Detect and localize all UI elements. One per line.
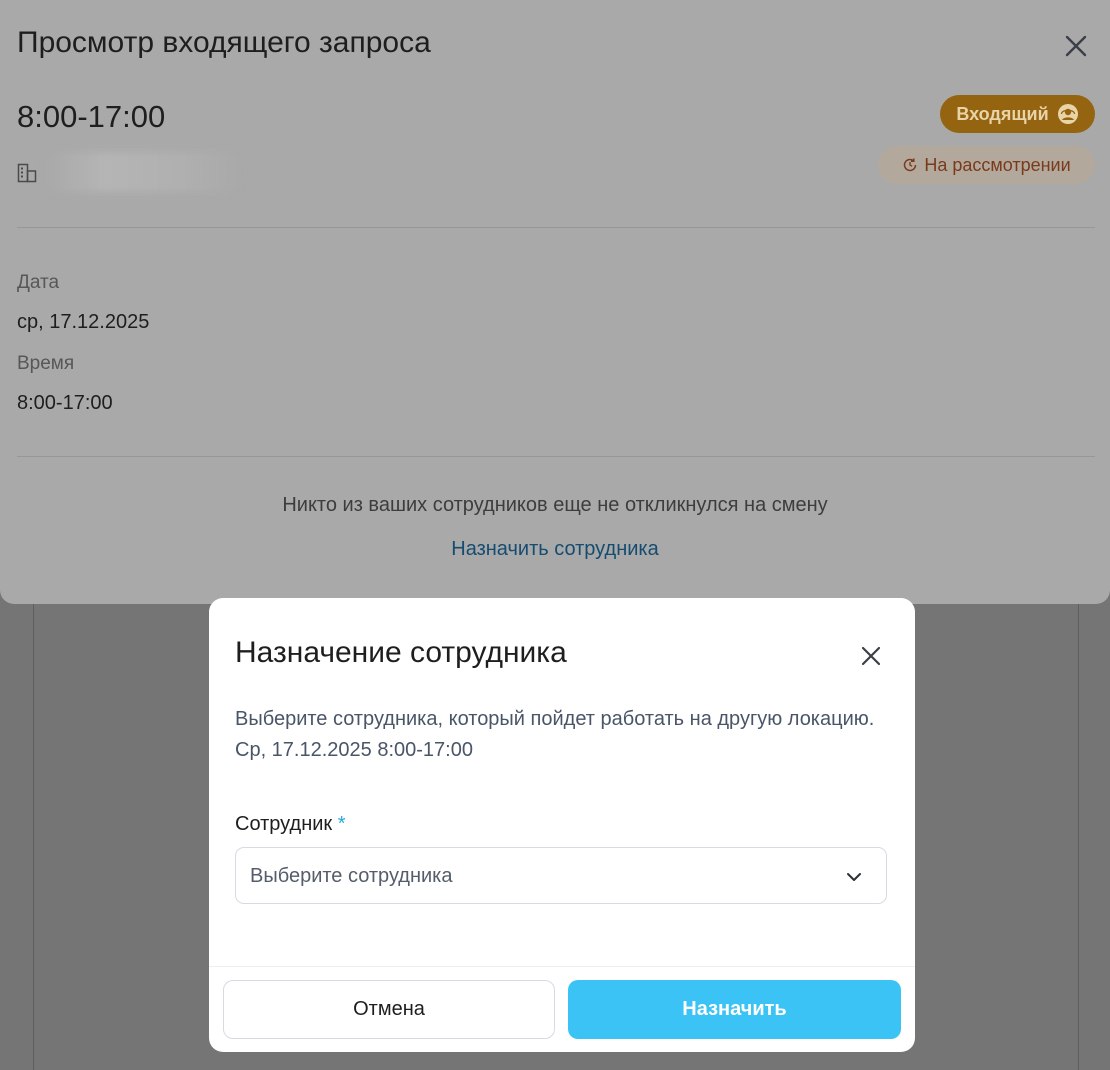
footer-divider	[209, 966, 915, 967]
date-label: Дата	[17, 272, 60, 293]
incoming-badge: Входящий	[940, 95, 1095, 133]
time-label: Время	[17, 353, 75, 374]
employee-label-text: Сотрудник	[235, 813, 333, 835]
employee-select-placeholder: Выберите сотрудника	[250, 865, 453, 887]
sheet-title: Просмотр входящего запроса	[17, 26, 431, 59]
chevron-down-icon	[847, 873, 861, 881]
required-mark: *	[337, 813, 346, 835]
employee-select[interactable]: Выберите сотрудника	[235, 847, 887, 904]
time-value: 8:00-17:00	[17, 392, 113, 414]
dialog-title: Назначение сотрудника	[235, 636, 567, 669]
close-icon[interactable]	[1060, 30, 1092, 62]
divider	[17, 227, 1095, 228]
shift-time-range: 8:00-17:00	[17, 99, 166, 134]
assign-button[interactable]: Назначить	[568, 980, 901, 1039]
cancel-button[interactable]: Отмена	[223, 980, 555, 1039]
support-agent-icon	[1057, 104, 1078, 124]
building-icon	[17, 163, 37, 183]
date-value: ср, 17.12.2025	[17, 311, 150, 333]
status-badge: На рассмотрении	[878, 146, 1095, 184]
status-badge-label: На рассмотрении	[924, 154, 1071, 175]
assign-employee-dialog: Назначение сотрудника Выберите сотрудник…	[209, 598, 915, 1052]
dialog-description-text: Выберите сотрудника, который пойдет рабо…	[235, 708, 875, 730]
assign-employee-link[interactable]: Назначить сотрудника	[0, 538, 1110, 561]
blurred-location-name	[48, 152, 238, 192]
clock-refresh-icon	[904, 158, 917, 172]
dialog-description: Выберите сотрудника, который пойдет рабо…	[235, 704, 895, 766]
incoming-badge-label: Входящий	[956, 103, 1049, 124]
incoming-request-sheet: Просмотр входящего запроса 8:00-17:00 Вх…	[0, 0, 1110, 604]
employee-field-label: Сотрудник *	[235, 813, 346, 836]
dialog-shift-datetime: Ср, 17.12.2025 8:00-17:00	[235, 739, 473, 761]
close-icon[interactable]	[857, 642, 885, 670]
divider	[17, 456, 1095, 457]
no-response-message: Никто из ваших сотрудников еще не отклик…	[282, 494, 828, 516]
